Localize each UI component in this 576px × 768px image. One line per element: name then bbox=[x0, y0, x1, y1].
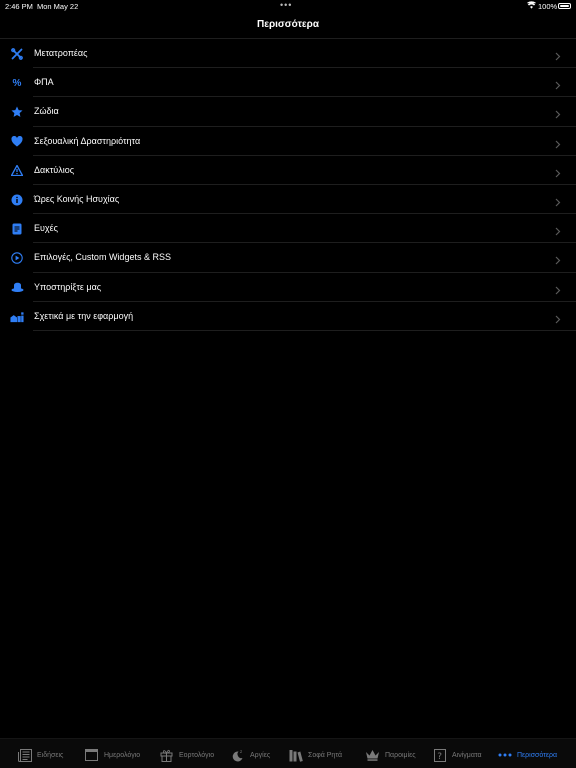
tab-label: Ειδήσεις bbox=[37, 751, 64, 759]
tab-proverbs[interactable]: Παροιμίες bbox=[365, 747, 416, 763]
wifi-icon bbox=[526, 1, 537, 11]
moon-icon: z bbox=[230, 748, 245, 763]
battery-icon bbox=[558, 3, 571, 9]
menu-item-label: Σχετικά με την εφαρμογή bbox=[34, 310, 134, 321]
percent-icon: % bbox=[12, 77, 22, 89]
tab-label: Σοφά Ρητά bbox=[308, 751, 343, 759]
multitasking-dots[interactable]: ••• bbox=[280, 0, 292, 10]
chevron-right-icon bbox=[555, 165, 564, 178]
menu-item-zodiac[interactable]: Ζώδια bbox=[0, 97, 576, 127]
menu-item-quiet-hours[interactable]: Ώρες Κοινής Ησυχίας bbox=[0, 185, 576, 215]
tab-riddles[interactable]: ? Αινίγματα bbox=[432, 747, 482, 763]
page-title: Περισσότερα bbox=[257, 19, 319, 30]
menu-item-label: ΦΠΑ bbox=[34, 77, 54, 88]
menu-item-label: Δακτύλιος bbox=[34, 164, 75, 175]
more-menu-list: Μετατροπέας % ΦΠΑ Ζώδια Σεξουαλική Δραστ… bbox=[0, 39, 576, 332]
menu-item-wishes[interactable]: Ευχές bbox=[0, 214, 576, 244]
tab-holidays[interactable]: z Αργίες bbox=[230, 747, 270, 763]
menu-item-label: Σεξουαλική Δραστηριότητα bbox=[34, 135, 141, 146]
about-icon bbox=[10, 310, 24, 324]
menu-item-label: Ώρες Κοινής Ησυχίας bbox=[34, 193, 120, 204]
chevron-right-icon bbox=[555, 106, 564, 119]
tab-name-days[interactable]: Εορτολόγιο bbox=[159, 747, 214, 763]
heart-icon bbox=[10, 135, 24, 149]
menu-item-ring[interactable]: Δακτύλιος bbox=[0, 156, 576, 186]
tab-quotes[interactable]: Σοφά Ρητά bbox=[288, 747, 342, 763]
status-bar: 2:46 PM Mon May 22 ••• 100% bbox=[0, 0, 576, 12]
chevron-right-icon bbox=[555, 77, 564, 90]
menu-item-options[interactable]: Επιλογές, Custom Widgets & RSS bbox=[0, 243, 576, 273]
chevron-right-icon bbox=[555, 194, 564, 207]
tab-label: Περισσότερα bbox=[517, 751, 558, 759]
info-icon bbox=[10, 193, 24, 207]
menu-item-label: Ευχές bbox=[34, 223, 58, 234]
calendar-icon bbox=[84, 748, 99, 763]
menu-item-about[interactable]: Σχετικά με την εφαρμογή bbox=[0, 302, 576, 332]
crown-icon bbox=[365, 748, 380, 763]
play-circle-icon bbox=[10, 251, 24, 265]
menu-item-label: Μετατροπέας bbox=[34, 48, 88, 58]
chevron-right-icon bbox=[555, 311, 564, 324]
more-icon bbox=[497, 748, 512, 763]
menu-item-converter[interactable]: Μετατροπέας bbox=[0, 39, 576, 69]
chevron-right-icon bbox=[555, 48, 564, 61]
tab-label: Παροιμίες bbox=[385, 751, 416, 759]
tab-label: Εορτολόγιο bbox=[179, 751, 215, 759]
svg-text:?: ? bbox=[437, 752, 442, 762]
tab-more[interactable]: Περισσότερα bbox=[497, 747, 557, 763]
tab-news[interactable]: Ειδήσεις bbox=[17, 747, 63, 763]
tab-bar: Ειδήσεις Ημερολόγιο Εορτολόγιο z Αργίες … bbox=[0, 738, 576, 768]
chevron-right-icon bbox=[555, 223, 564, 236]
star-icon bbox=[10, 105, 24, 119]
question-icon: ? bbox=[432, 748, 447, 763]
menu-item-support[interactable]: Υποστηρίξτε μας bbox=[0, 273, 576, 302]
books-icon bbox=[288, 748, 303, 763]
chevron-right-icon bbox=[555, 136, 564, 148]
menu-item-label: Επιλογές, Custom Widgets & RSS bbox=[34, 252, 171, 263]
chevron-right-icon bbox=[555, 252, 564, 265]
svg-text:z: z bbox=[240, 749, 242, 754]
tab-label: Αινίγματα bbox=[452, 751, 482, 759]
tools-icon bbox=[10, 47, 24, 61]
status-date: Mon May 22 bbox=[37, 2, 79, 11]
menu-item-label: Ζώδια bbox=[34, 106, 59, 117]
gift-icon bbox=[159, 748, 174, 763]
tab-label: Ημερολόγιο bbox=[104, 751, 141, 759]
card-icon bbox=[10, 222, 24, 236]
menu-item-label: Υποστηρίξτε μας bbox=[34, 281, 102, 292]
warning-icon bbox=[10, 164, 24, 178]
status-time: 2:46 PM bbox=[5, 2, 33, 11]
hat-icon bbox=[10, 281, 24, 295]
tab-label: Αργίες bbox=[250, 751, 271, 759]
menu-item-sexual-activity[interactable]: Σεξουαλική Δραστηριότητα bbox=[0, 127, 576, 156]
chevron-right-icon bbox=[555, 282, 564, 294]
battery-percent: 100% bbox=[538, 2, 558, 11]
tab-calendar[interactable]: Ημερολόγιο bbox=[84, 747, 140, 763]
menu-item-vat[interactable]: % ΦΠΑ bbox=[0, 68, 576, 98]
newspaper-icon bbox=[17, 748, 32, 763]
